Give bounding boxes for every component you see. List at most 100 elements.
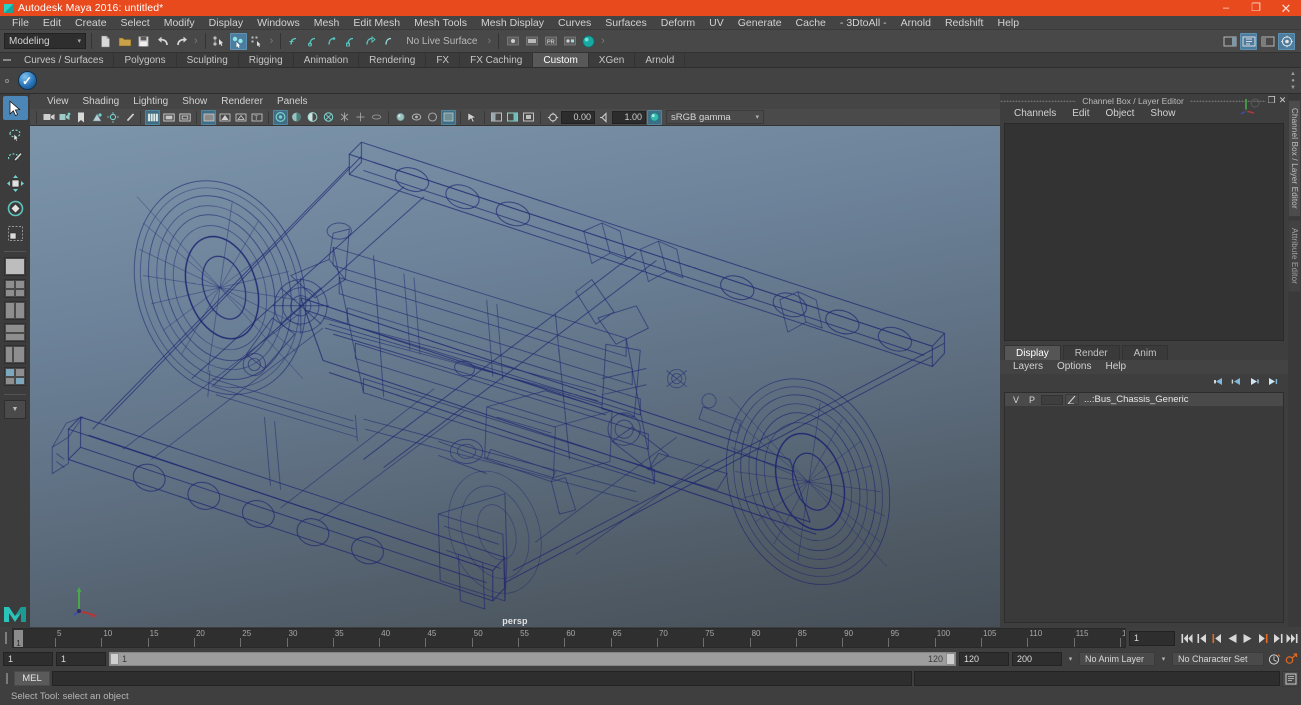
toolbar-collapse-arrow[interactable]: › bbox=[486, 35, 494, 47]
paint-effects-icon[interactable] bbox=[121, 110, 136, 125]
multisample-icon[interactable] bbox=[337, 110, 352, 125]
play-backwards-icon[interactable] bbox=[1225, 630, 1239, 646]
shelf-check-button[interactable]: ✓ bbox=[14, 69, 40, 93]
xray-icon[interactable] bbox=[201, 109, 216, 125]
range-end-field[interactable]: 120 bbox=[959, 652, 1009, 666]
new-scene-icon[interactable] bbox=[97, 33, 114, 50]
snapshot-icon[interactable] bbox=[409, 110, 424, 125]
gamma-field[interactable]: 1.00 bbox=[612, 110, 646, 124]
layer-color-swatch[interactable] bbox=[1065, 394, 1079, 405]
menu-modify[interactable]: Modify bbox=[157, 16, 202, 30]
command-input[interactable] bbox=[52, 671, 912, 686]
menu-edit[interactable]: Edit bbox=[36, 16, 68, 30]
menu-mesh-display[interactable]: Mesh Display bbox=[474, 16, 551, 30]
film-gate-icon[interactable] bbox=[161, 110, 176, 125]
hypershade-icon[interactable] bbox=[561, 33, 578, 50]
use-all-lights-icon[interactable] bbox=[273, 109, 288, 125]
time-slider[interactable]: 1 5 10 15 20 25 30 35 40 45 50 55 60 65 70 75 80 85 90 95 1… bbox=[12, 628, 1126, 648]
wireframe-on-shaded-icon[interactable] bbox=[233, 110, 248, 125]
menu-redshift[interactable]: Redshift bbox=[938, 16, 991, 30]
menu-edit-mesh[interactable]: Edit Mesh bbox=[346, 16, 407, 30]
ambient-occlusion-icon[interactable] bbox=[305, 110, 320, 125]
shelf-tab-arnold[interactable]: Arnold bbox=[635, 53, 686, 67]
depth-of-field-icon[interactable] bbox=[353, 110, 368, 125]
make-live-icon[interactable] bbox=[381, 33, 398, 50]
exposure-icon[interactable] bbox=[545, 110, 560, 125]
channel-menu-show[interactable]: Show bbox=[1142, 107, 1183, 121]
animation-start-field[interactable]: 1 bbox=[3, 652, 53, 666]
move-tool[interactable] bbox=[3, 171, 28, 195]
bus-chassis-wireframe-model[interactable] bbox=[30, 126, 1000, 627]
camera-attributes-icon[interactable] bbox=[41, 110, 56, 125]
menu-help[interactable]: Help bbox=[990, 16, 1026, 30]
menu-surfaces[interactable]: Surfaces bbox=[598, 16, 653, 30]
chevron-down-icon[interactable]: ▾ bbox=[1158, 655, 1169, 663]
save-scene-icon[interactable] bbox=[135, 33, 152, 50]
sidetab-attribute-editor[interactable]: Attribute Editor bbox=[1288, 219, 1301, 292]
viewport-menu-shading[interactable]: Shading bbox=[76, 95, 127, 109]
tab-anim[interactable]: Anim bbox=[1121, 345, 1169, 360]
paint-select-tool[interactable] bbox=[3, 146, 28, 170]
menu-windows[interactable]: Windows bbox=[250, 16, 307, 30]
two-pane-side-layout[interactable] bbox=[4, 301, 26, 320]
snap-curve-icon[interactable] bbox=[305, 33, 322, 50]
shelf-tab-rendering[interactable]: Rendering bbox=[359, 53, 427, 67]
textured-icon[interactable]: T bbox=[249, 110, 264, 125]
viewport-menu-panels[interactable]: Panels bbox=[270, 95, 315, 109]
go-to-end-icon[interactable] bbox=[1285, 630, 1299, 646]
scale-tool[interactable] bbox=[3, 221, 28, 245]
current-frame-field[interactable]: 1 bbox=[1129, 630, 1175, 646]
grid-toggle-icon[interactable] bbox=[145, 109, 160, 125]
shelf-grip[interactable] bbox=[0, 53, 14, 67]
layer-display-type-toggle[interactable] bbox=[1041, 394, 1063, 405]
script-editor-icon[interactable] bbox=[1282, 670, 1299, 687]
render-view-icon[interactable] bbox=[580, 33, 597, 50]
undock-panel-button[interactable]: ❐ bbox=[1266, 95, 1277, 106]
layer-menu-options[interactable]: Options bbox=[1050, 360, 1098, 374]
high-quality-render-icon[interactable] bbox=[441, 109, 456, 125]
sidebar-toggle-icon[interactable] bbox=[1221, 33, 1238, 50]
panel-drag-handle[interactable] bbox=[1000, 99, 1077, 102]
resolution-gate-icon[interactable] bbox=[177, 110, 192, 125]
layer-visibility-toggle[interactable]: V bbox=[1009, 395, 1023, 405]
close-button[interactable]: ✕ bbox=[1271, 0, 1301, 16]
viewport-menu-view[interactable]: View bbox=[40, 95, 76, 109]
menuset-selector[interactable]: Modeling ▾ bbox=[4, 33, 86, 49]
select-component-icon[interactable] bbox=[249, 33, 266, 50]
menu-cache[interactable]: Cache bbox=[789, 16, 833, 30]
channel-menu-channels[interactable]: Channels bbox=[1006, 107, 1064, 121]
color-management-icon[interactable] bbox=[647, 109, 662, 125]
layer-row[interactable]: V P ...:Bus_Chassis_Generic bbox=[1005, 393, 1283, 406]
rotate-tool[interactable] bbox=[3, 196, 28, 220]
persp-outliner-layout[interactable] bbox=[4, 323, 26, 342]
tool-settings-icon[interactable] bbox=[1259, 33, 1276, 50]
circle-toggle-icon[interactable] bbox=[425, 110, 440, 125]
add-selected-to-layer-icon[interactable] bbox=[1267, 377, 1278, 387]
viewport-menu-renderer[interactable]: Renderer bbox=[214, 95, 270, 109]
shelf-tab-animation[interactable]: Animation bbox=[294, 53, 360, 67]
bookmark-icon[interactable] bbox=[73, 110, 88, 125]
persp-graph-layout[interactable] bbox=[4, 345, 26, 364]
viewport-layout-one-icon[interactable] bbox=[489, 110, 504, 125]
color-management-dropdown[interactable]: sRGB gamma ▾ bbox=[666, 110, 764, 124]
light-toggle-icon[interactable] bbox=[369, 110, 384, 125]
viewport-menu-lighting[interactable]: Lighting bbox=[126, 95, 175, 109]
menu-mesh-tools[interactable]: Mesh Tools bbox=[407, 16, 474, 30]
redo-icon[interactable] bbox=[173, 33, 190, 50]
go-to-start-icon[interactable] bbox=[1180, 630, 1194, 646]
isolate-select-icon[interactable] bbox=[393, 110, 408, 125]
four-view-layout[interactable] bbox=[4, 279, 26, 298]
lights-icon[interactable] bbox=[105, 110, 120, 125]
toolbar-collapse-arrow[interactable]: › bbox=[599, 35, 607, 47]
shelf-tab-sculpting[interactable]: Sculpting bbox=[177, 53, 239, 67]
layer-playback-toggle[interactable]: P bbox=[1025, 395, 1039, 405]
range-end-handle[interactable] bbox=[946, 653, 955, 665]
lasso-select-tool[interactable] bbox=[3, 121, 28, 145]
shelf-tab-rigging[interactable]: Rigging bbox=[239, 53, 294, 67]
render-settings-icon[interactable]: PR bbox=[542, 33, 559, 50]
select-object-icon[interactable] bbox=[229, 32, 247, 50]
minimize-button[interactable]: – bbox=[1211, 0, 1241, 16]
xray-joints-icon[interactable] bbox=[217, 110, 232, 125]
menu-uv[interactable]: UV bbox=[702, 16, 731, 30]
layer-menu-help[interactable]: Help bbox=[1098, 360, 1133, 374]
